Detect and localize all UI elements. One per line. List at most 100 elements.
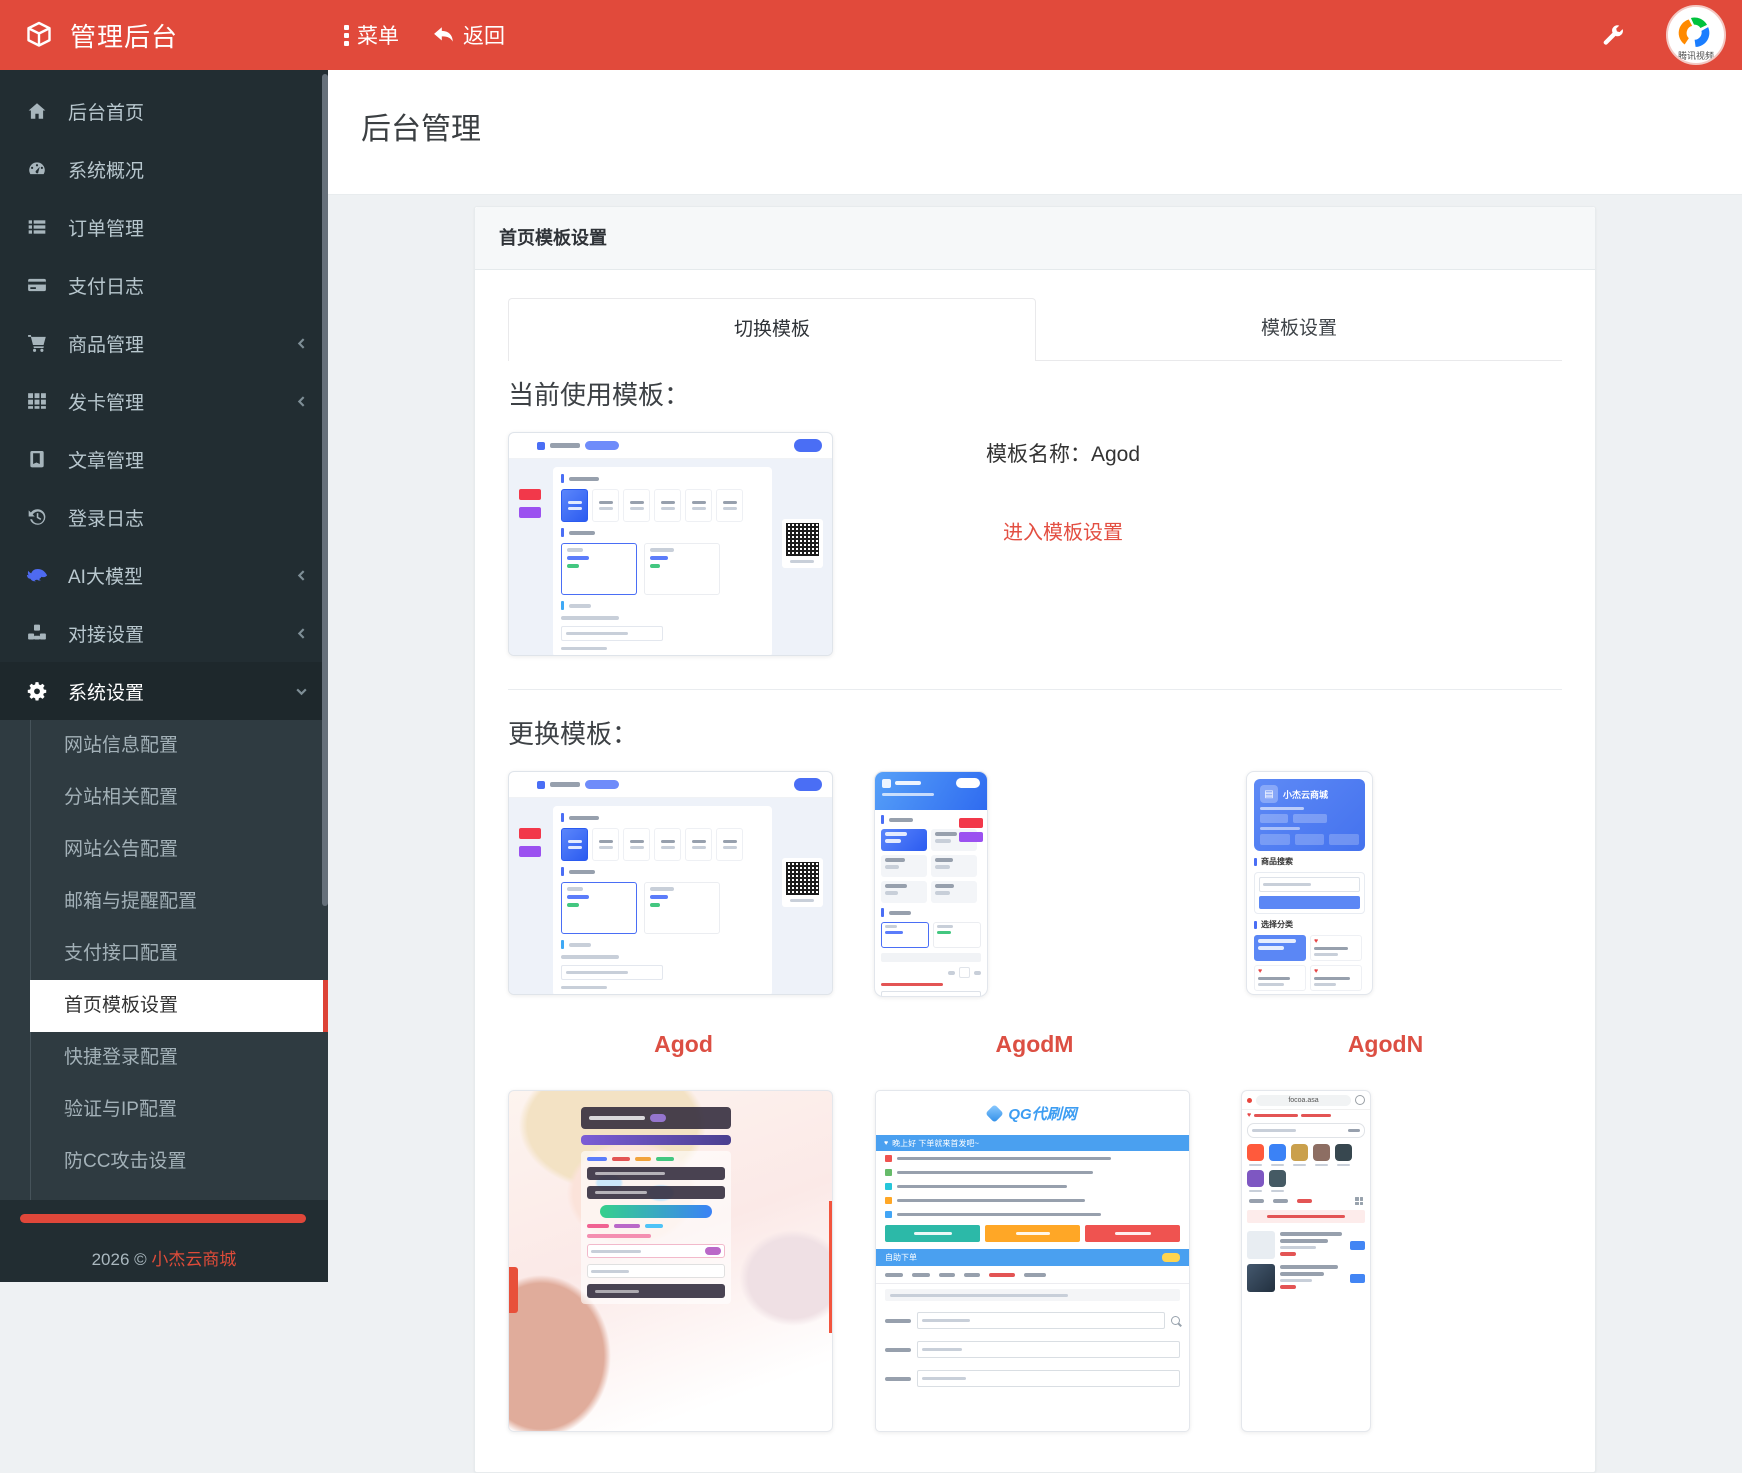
submenu-item-site-info[interactable]: 网站信息配置 (0, 720, 328, 772)
submenu-item-quick-login[interactable]: 快捷登录配置 (0, 1032, 328, 1084)
sidebar-item-home[interactable]: 后台首页 (0, 82, 328, 140)
gear-icon (26, 681, 48, 701)
template-name-label: 模板名称： (986, 443, 1091, 466)
menu-dots-icon (344, 25, 349, 46)
sidebar-item-label: 商品管理 (68, 330, 144, 357)
template-thumb-agod[interactable] (508, 771, 833, 995)
submenu-item-verify-ip[interactable]: 验证与IP配置 (0, 1084, 328, 1136)
agodn-category-label: 选择分类 (1261, 919, 1293, 930)
chevron-left-icon (295, 569, 308, 582)
template-thumb-agodm[interactable]: 立即支付 ¥1 (874, 771, 988, 997)
footer-year: 2026 © (92, 1250, 147, 1269)
template-name-value: Agod (1091, 443, 1140, 466)
back-button[interactable]: 返回 (433, 20, 505, 50)
home-icon (26, 101, 48, 121)
app-brand: 管理后台 (0, 17, 328, 54)
sidebar-item-label: 系统概况 (68, 156, 144, 183)
tab-switch-template[interactable]: 切换模板 (508, 298, 1036, 361)
footer-brand-link[interactable]: 小杰云商城 (151, 1250, 236, 1269)
system-settings-submenu: 网站信息配置 分站相关配置 网站公告配置 邮箱与提醒配置 支付接口配置 首页模板… (0, 720, 328, 1200)
app-title: 管理后台 (70, 17, 178, 54)
submenu-item-substation[interactable]: 分站相关配置 (0, 772, 328, 824)
sidebar-item-label: AI大模型 (68, 562, 143, 589)
template-thumb-agodn[interactable]: ▤小杰云商城 商品搜索 选择分类 (1246, 771, 1373, 995)
menu-toggle-button[interactable]: 菜单 (344, 20, 399, 50)
template-label-agod: Agod (508, 1031, 859, 1058)
sidebar-item-products[interactable]: 商品管理 (0, 314, 328, 372)
dashboard-icon (26, 159, 48, 179)
agodn-shop-title: 小杰云商城 (1283, 788, 1328, 801)
sidebar-item-label: 文章管理 (68, 446, 144, 473)
credit-card-icon (26, 275, 48, 295)
submenu-item-home-template[interactable]: 首页模板设置 (30, 980, 328, 1032)
sidebar-item-articles[interactable]: 文章管理 (0, 430, 328, 488)
current-template-heading: 当前使用模板： (508, 375, 1562, 412)
sidebar-scrollbar[interactable] (322, 74, 328, 906)
search-icon (1171, 1316, 1180, 1325)
wrench-icon[interactable] (1602, 24, 1624, 46)
chevron-down-icon (295, 685, 308, 698)
agodn-search-label: 商品搜索 (1261, 856, 1293, 867)
sidebar-item-orders[interactable]: 订单管理 (0, 198, 328, 256)
template-grid-row-2: QG代刷网 ♥晚上好 下单就来首发吧~ 自助下单 (508, 1090, 1562, 1432)
book-icon (26, 449, 48, 469)
page-header: 后台管理 (328, 70, 1742, 195)
whale-icon (26, 567, 48, 583)
sidebar-item-ai[interactable]: AI大模型 (0, 546, 328, 604)
enter-template-settings-link[interactable]: 进入模板设置 (1003, 516, 1123, 545)
template-labels-row: Agod AgodM AgodN (508, 997, 1562, 1090)
page-title: 后台管理 (361, 104, 1742, 148)
template-thumb-anime[interactable] (508, 1090, 833, 1432)
sidebar-item-cards[interactable]: 发卡管理 (0, 372, 328, 430)
menu-toggle-label: 菜单 (357, 20, 399, 50)
qg-order-bar-text: 自助下单 (885, 1252, 917, 1263)
back-arrow-icon (433, 26, 455, 44)
submenu-item-announcement[interactable]: 网站公告配置 (0, 824, 328, 876)
submenu-item-anti-cc[interactable]: 防CC攻击设置 (0, 1136, 328, 1188)
sidebar-item-system-settings[interactable]: 系统设置 (0, 662, 328, 720)
top-bar: 管理后台 菜单 返回 腾讯视频 (0, 0, 1742, 70)
change-template-heading: 更换模板： (508, 714, 1562, 751)
sidebar-item-label: 支付日志 (68, 272, 144, 299)
current-template-info: 模板名称：Agod 进入模板设置 (958, 432, 1168, 656)
tab-template-settings[interactable]: 模板设置 (1036, 298, 1562, 361)
focoa-url: focoa.asa (1256, 1095, 1351, 1106)
main-content: 后台管理 首页模板设置 切换模板 模板设置 当前使用模板： (328, 70, 1742, 1282)
template-label-agodn: AgodN (1210, 1031, 1561, 1058)
sidebar-item-integrations[interactable]: 对接设置 (0, 604, 328, 662)
sidebar-item-payments[interactable]: 支付日志 (0, 256, 328, 314)
submenu-item-mail[interactable]: 邮箱与提醒配置 (0, 876, 328, 928)
sidebar-item-label: 发卡管理 (68, 388, 144, 415)
cubes-icon (26, 623, 48, 643)
qg-banner-text: 晚上好 下单就来首发吧~ (892, 1138, 979, 1149)
template-thumb-qg[interactable]: QG代刷网 ♥晚上好 下单就来首发吧~ 自助下单 (875, 1090, 1190, 1432)
current-template-preview[interactable] (508, 432, 833, 656)
sidebar-menu: 后台首页 系统概况 订单管理 支付日志 商品管理 发卡管理 文章管理 (0, 70, 328, 1200)
sidebar-item-label: 订单管理 (68, 214, 144, 241)
section-divider (508, 689, 1562, 690)
submenu-item-pay-api[interactable]: 支付接口配置 (0, 928, 328, 980)
grid-icon (26, 391, 48, 411)
cart-icon (26, 333, 48, 353)
back-label: 返回 (463, 20, 505, 50)
chevron-left-icon (295, 337, 308, 350)
template-grid-row-1: 立即支付 ¥1 ▤小杰云商城 商品搜索 (508, 771, 1562, 997)
sidebar-item-label: 登录日志 (68, 504, 144, 531)
cube-logo-icon (24, 20, 54, 50)
template-tabs: 切换模板 模板设置 (508, 298, 1562, 361)
chevron-left-icon (295, 395, 308, 408)
sidebar-item-overview[interactable]: 系统概况 (0, 140, 328, 198)
chevron-left-icon (295, 627, 308, 640)
list-icon (26, 217, 48, 237)
sidebar-item-label: 对接设置 (68, 620, 144, 647)
sidebar-item-label: 系统设置 (68, 678, 144, 705)
sidebar-footer: 2026 © 小杰云商城 (0, 1245, 328, 1270)
user-avatar[interactable]: 腾讯视频 (1666, 5, 1726, 65)
sidebar: 后台首页 系统概况 订单管理 支付日志 商品管理 发卡管理 文章管理 (0, 70, 328, 1282)
sidebar-item-login-log[interactable]: 登录日志 (0, 488, 328, 546)
template-label-agodm: AgodM (859, 1031, 1210, 1058)
panel-title: 首页模板设置 (475, 207, 1595, 270)
template-thumb-focoa[interactable]: focoa.asa ♥ (1241, 1090, 1371, 1432)
qr-code (782, 519, 823, 568)
refresh-icon (1355, 1095, 1365, 1105)
